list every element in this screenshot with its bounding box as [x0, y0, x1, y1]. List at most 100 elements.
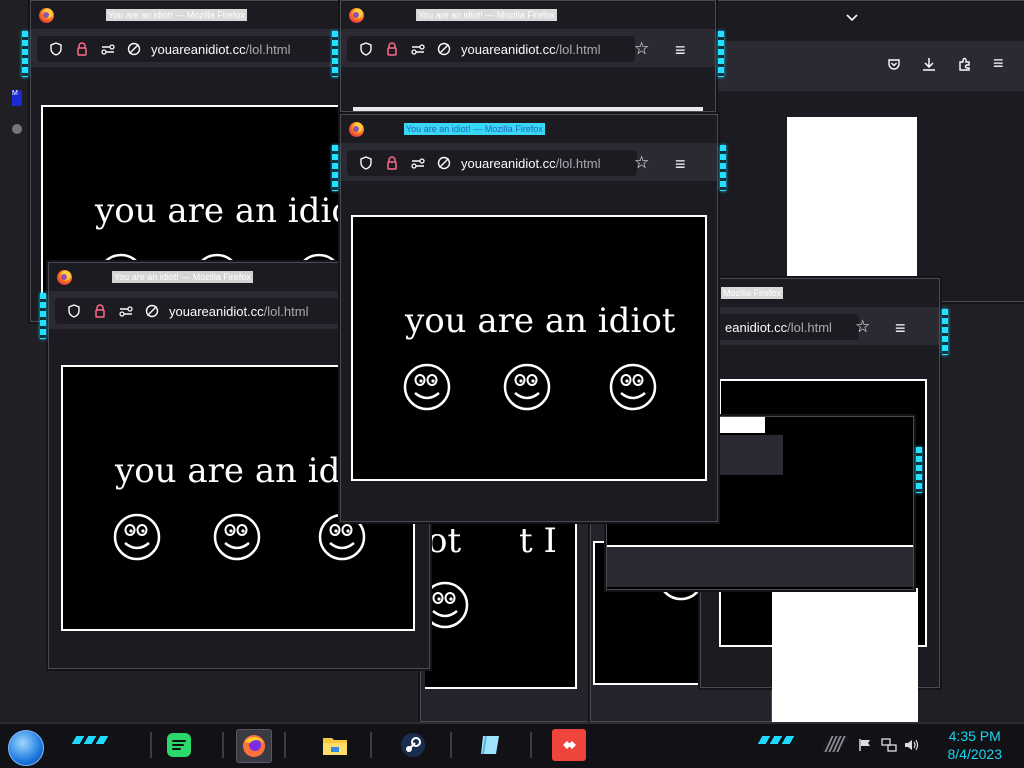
shield-icon[interactable]	[359, 42, 373, 56]
toolbar: youareanidiot.cc/lol.html	[341, 145, 717, 181]
firefox-window-front[interactable]: You are an idiot! — Mozilla Firefox youa…	[332, 114, 726, 522]
insecure-lock-icon[interactable]	[75, 42, 89, 56]
white-page-content	[772, 588, 918, 722]
bookmark-star-icon[interactable]	[855, 317, 871, 337]
address-bar[interactable]: youareanidiot.cc/lol.html	[37, 36, 335, 62]
taskbar-app-file-explorer[interactable]	[318, 729, 352, 761]
smiley-icon	[113, 513, 161, 561]
taskbar-separator	[370, 732, 372, 758]
permissions-icon[interactable]	[411, 42, 425, 56]
volume-icon[interactable]	[904, 738, 919, 752]
network-icon[interactable]	[881, 738, 897, 752]
address-bar[interactable]: youareanidiot.cc/lol.html	[347, 150, 637, 176]
bookmark-star-icon[interactable]	[634, 39, 650, 59]
taskbar-separator	[284, 732, 286, 758]
menu-icon[interactable]	[993, 53, 1009, 74]
titlebar[interactable]: You are an idiot! — Mozilla Firefox	[341, 1, 715, 29]
firefox-window-background[interactable]	[708, 0, 1024, 302]
firefox-logo-icon	[349, 7, 364, 23]
desktop-shortcut-icon[interactable]: M	[12, 90, 22, 106]
smiley-pupil	[431, 379, 435, 383]
taskbar-app-steam[interactable]	[396, 729, 430, 761]
taskbar-separator	[150, 732, 152, 758]
taskbar-app-spotify[interactable]	[162, 729, 196, 761]
smiley-pupil	[419, 379, 423, 383]
address-bar[interactable]: eanidiot.cc/lol.html	[701, 314, 859, 340]
smiley-mouth	[329, 542, 355, 550]
smiley-pupil	[531, 379, 535, 383]
insecure-lock-icon[interactable]	[385, 42, 399, 56]
flag-icon[interactable]	[858, 738, 872, 752]
spotify-icon	[167, 733, 191, 757]
url-text[interactable]: youareanidiot.cc/lol.html	[169, 304, 308, 319]
titlebar[interactable]: You are an idiot! — Mozilla Firefox	[31, 1, 341, 29]
taskbar-separator	[530, 732, 532, 758]
desktop-shortcut-icon-2[interactable]	[12, 124, 22, 134]
menu-icon[interactable]	[675, 154, 691, 175]
smiley-pupil	[625, 379, 629, 383]
smiley-pupil	[129, 529, 133, 533]
extensions-icon[interactable]	[957, 56, 971, 71]
taskbar-separator	[450, 732, 452, 758]
window-title: You are an idiot! — Mozilla Firefox	[416, 9, 557, 21]
smiley-pupil	[519, 379, 523, 383]
menu-icon[interactable]	[675, 40, 691, 61]
toolbar	[717, 43, 1024, 87]
smiley-mouth	[432, 610, 458, 618]
page-area	[717, 91, 1024, 301]
page-edge	[353, 107, 703, 111]
permissions-icon[interactable]	[411, 156, 425, 170]
smiley-pupil	[346, 529, 350, 533]
window-title: You are an idiot! — Mozilla Firefox	[106, 9, 247, 21]
url-text[interactable]: youareanidiot.cc/lol.html	[461, 156, 600, 171]
anydesk-icon	[563, 741, 576, 749]
smiley-icon	[403, 363, 451, 411]
idiot-page: you are an idiot	[351, 215, 707, 481]
titlebar[interactable]: You are an idiot! — Mozilla Firefox	[341, 115, 717, 143]
smiley-pupil	[241, 529, 245, 533]
smiley-pupil	[141, 529, 145, 533]
url-text[interactable]: youareanidiot.cc/lol.html	[151, 42, 290, 57]
idiot-text: ot	[427, 521, 462, 561]
smiley-pupil	[637, 379, 641, 383]
toolbar: youareanidiot.cc/lol.html	[341, 31, 715, 67]
pocket-icon[interactable]	[887, 57, 901, 71]
menu-icon[interactable]	[895, 318, 911, 339]
clock[interactable]: 4:35 PM 8/4/2023	[948, 727, 1003, 763]
taskbar-app-anydesk[interactable]	[552, 729, 586, 761]
tracking-blocked-icon[interactable]	[437, 42, 451, 56]
titlebar[interactable]: Mozilla Firefox	[701, 279, 939, 307]
firefox-window[interactable]: You are an idiot! — Mozilla Firefox youa…	[332, 0, 724, 112]
shield-icon[interactable]	[67, 304, 81, 318]
smiley-pupil	[449, 597, 453, 601]
window-title: You are an idiot! — Mozilla Firefox	[404, 123, 545, 135]
url-text[interactable]: youareanidiot.cc/lol.html	[461, 42, 600, 57]
insecure-lock-icon[interactable]	[93, 304, 107, 318]
idiot-text: you are an idi	[115, 451, 352, 491]
shield-icon[interactable]	[359, 156, 373, 170]
tracking-blocked-icon[interactable]	[437, 156, 451, 170]
address-bar[interactable]: youareanidiot.cc/lol.html	[347, 36, 635, 62]
smiley-mouth	[620, 392, 646, 400]
url-text[interactable]: eanidiot.cc/lol.html	[725, 320, 832, 335]
tray-overflow-icon[interactable]	[822, 736, 848, 752]
download-icon[interactable]	[921, 56, 935, 71]
chevron-down-icon[interactable]	[845, 11, 859, 25]
shield-icon[interactable]	[49, 42, 63, 56]
bookmark-star-icon[interactable]	[634, 153, 650, 173]
titlebar[interactable]	[717, 1, 1024, 41]
permissions-icon[interactable]	[119, 304, 133, 318]
taskbar-app-firefox[interactable]	[236, 729, 272, 763]
smiley-pupil	[229, 529, 233, 533]
firefox-logo-icon	[39, 7, 54, 23]
window-title: Mozilla Firefox	[721, 287, 784, 299]
smiley-pupil	[437, 597, 441, 601]
insecure-lock-icon[interactable]	[385, 156, 399, 170]
tracking-blocked-icon[interactable]	[127, 42, 141, 56]
permissions-icon[interactable]	[101, 42, 115, 56]
taskbar-app-notebook[interactable]	[474, 729, 508, 761]
tracking-blocked-icon[interactable]	[145, 304, 159, 318]
start-button[interactable]	[8, 730, 44, 766]
firefox-logo-icon	[57, 269, 72, 285]
page-area	[341, 67, 715, 111]
